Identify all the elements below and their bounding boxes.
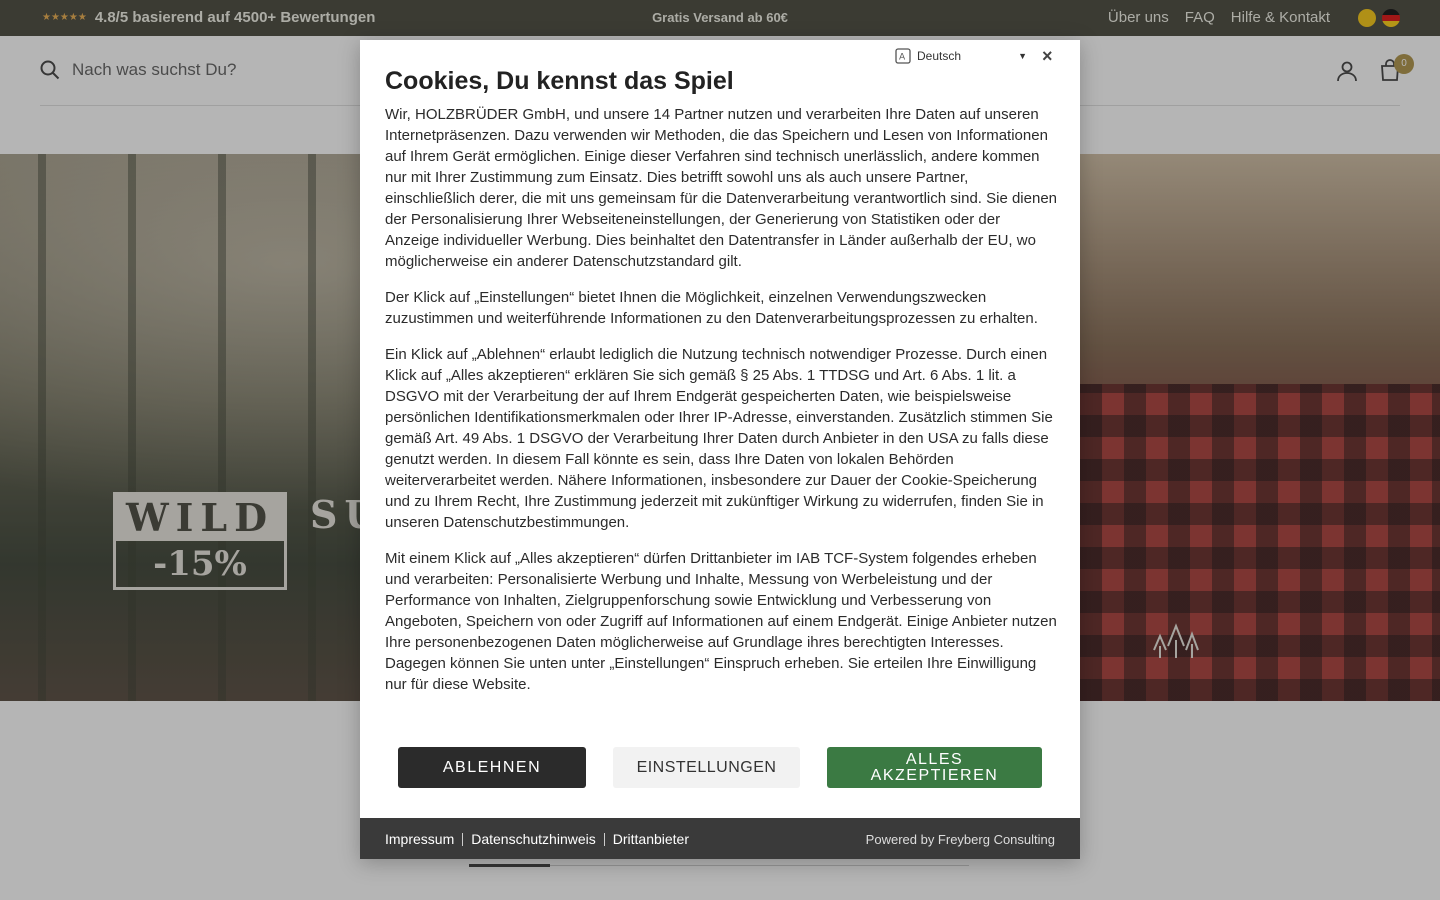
consent-paragraph-2: Der Klick auf „Einstellungen“ bietet Ihn…: [385, 289, 1038, 327]
reject-button[interactable]: ABLEHNEN: [398, 747, 586, 788]
accept-all-button[interactable]: ALLES AKZEPTIEREN: [827, 747, 1042, 788]
svg-text:A: A: [899, 53, 906, 63]
language-select[interactable]: A Deutsch ▼: [895, 48, 1027, 64]
consent-paragraph-1: Wir, HOLZBRÜDER GmbH, und unsere 14 Part…: [385, 106, 1058, 270]
consent-paragraph-4: Mit einem Klick auf „Alles akzeptieren“ …: [385, 550, 1057, 693]
dialog-title: Cookies, Du kennst das Spiel: [385, 67, 734, 95]
language-value: Deutsch: [917, 49, 962, 63]
cookie-consent-dialog: A Deutsch ▼ × Cookies, Du kennst das Spi…: [360, 40, 1080, 859]
footer-link-imprint[interactable]: Impressum: [385, 831, 454, 847]
close-icon[interactable]: ×: [1042, 46, 1053, 67]
footer-link-third-party[interactable]: Drittanbieter: [613, 831, 689, 847]
footer-separator: [603, 832, 605, 846]
dialog-body: Wir, HOLZBRÜDER GmbH, und unsere 14 Part…: [385, 104, 1057, 710]
settings-button[interactable]: EINSTELLUNGEN: [613, 747, 800, 788]
powered-by-text[interactable]: Powered by Freyberg Consulting: [866, 832, 1055, 847]
dialog-footer: Impressum Datenschutzhinweis Drittanbiet…: [360, 818, 1080, 859]
consent-paragraph-3: Ein Klick auf „Ablehnen“ erlaubt ledigli…: [385, 346, 1053, 531]
chevron-down-icon: ▼: [1018, 51, 1027, 61]
footer-links: Impressum Datenschutzhinweis Drittanbiet…: [385, 831, 689, 847]
language-icon: A: [895, 48, 911, 64]
footer-separator: [462, 832, 464, 846]
footer-link-privacy[interactable]: Datenschutzhinweis: [471, 831, 596, 847]
